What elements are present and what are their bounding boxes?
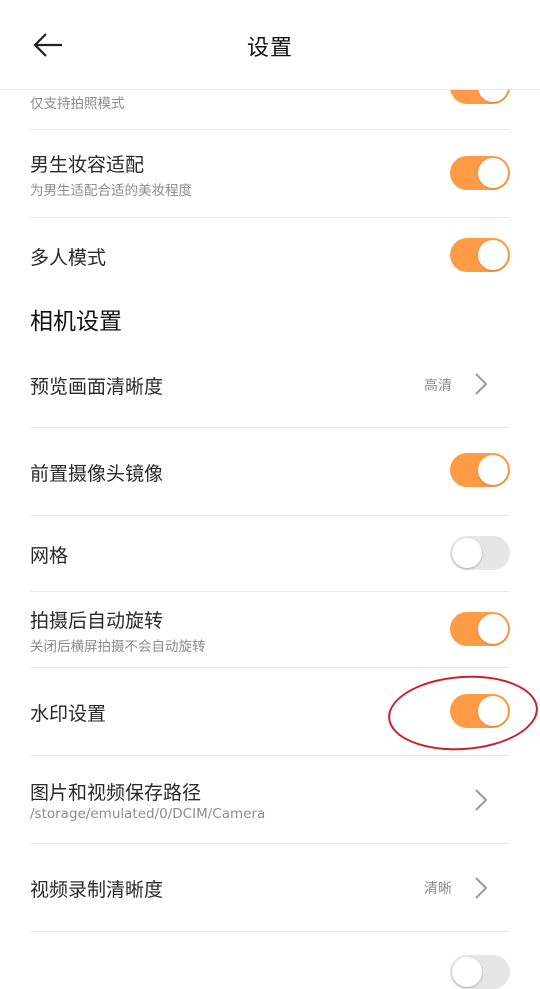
multi-person-toggle[interactable] xyxy=(450,238,510,272)
setting-row-preview-quality[interactable]: 预览画面清晰度 高清 xyxy=(30,340,510,428)
setting-row-front-mirror[interactable]: 前置摄像头镜像 xyxy=(30,428,510,516)
front-mirror-toggle[interactable] xyxy=(450,453,510,487)
setting-row-male-makeup[interactable]: 男生妆容适配 为男生适配合适的美妆程度 xyxy=(30,130,510,218)
toggle-knob xyxy=(478,455,508,485)
watermark-toggle[interactable] xyxy=(450,694,510,728)
setting-value: 清晰 xyxy=(424,881,452,897)
setting-row-auto-rotate[interactable]: 拍摄后自动旋转 关闭后横屏拍摄不会自动旋转 xyxy=(30,592,510,668)
setting-row-video-quality[interactable]: 视频录制清晰度 清晰 xyxy=(30,844,510,932)
toggle-knob xyxy=(478,158,508,188)
setting-label: 图片和视频保存路径 xyxy=(30,782,202,804)
settings-list: 仅支持拍照模式 男生妆容适配 为男生适配合适的美妆程度 多人模式 相机设置 预览… xyxy=(0,0,540,989)
auto-rotate-toggle[interactable] xyxy=(450,612,510,646)
toggle-knob xyxy=(452,538,482,568)
setting-row-save-path[interactable]: 图片和视频保存路径 /storage/emulated/0/DCIM/Camer… xyxy=(30,756,510,844)
toggle-knob xyxy=(478,614,508,644)
setting-label: 预览画面清晰度 xyxy=(30,376,164,398)
setting-label: 网格 xyxy=(30,545,69,567)
section-title-camera: 相机设置 xyxy=(30,309,122,335)
setting-subtitle: 为男生适配合适的美妆程度 xyxy=(30,183,192,199)
setting-subtitle: 仅支持拍照模式 xyxy=(30,96,125,112)
toggle-knob xyxy=(478,696,508,726)
setting-label: 前置摄像头镜像 xyxy=(30,463,164,485)
setting-label: 男生妆容适配 xyxy=(30,154,145,176)
toggle-knob xyxy=(452,957,482,987)
male-makeup-toggle[interactable] xyxy=(450,156,510,190)
top-bar: 设置 xyxy=(0,0,540,90)
setting-label: 水印设置 xyxy=(30,703,107,725)
setting-label: 拍摄后自动旋转 xyxy=(30,610,164,632)
chevron-right-icon xyxy=(475,877,488,899)
page-title: 设置 xyxy=(246,36,293,61)
next-row-toggle[interactable] xyxy=(450,955,510,989)
chevron-right-icon xyxy=(475,373,488,395)
setting-label: 视频录制清晰度 xyxy=(30,879,164,901)
chevron-right-icon xyxy=(475,789,488,811)
setting-row-grid[interactable]: 网格 xyxy=(30,516,510,592)
setting-value: 高清 xyxy=(424,378,452,394)
setting-subtitle: 关闭后横屏拍摄不会自动旋转 xyxy=(30,639,206,655)
setting-row-watermark[interactable]: 水印设置 xyxy=(30,668,510,756)
setting-label: 多人模式 xyxy=(30,247,107,269)
setting-subtitle: /storage/emulated/0/DCIM/Camera xyxy=(30,806,266,822)
toggle-knob xyxy=(478,240,508,270)
setting-row-multi-person[interactable]: 多人模式 xyxy=(30,218,510,292)
grid-toggle[interactable] xyxy=(450,536,510,570)
